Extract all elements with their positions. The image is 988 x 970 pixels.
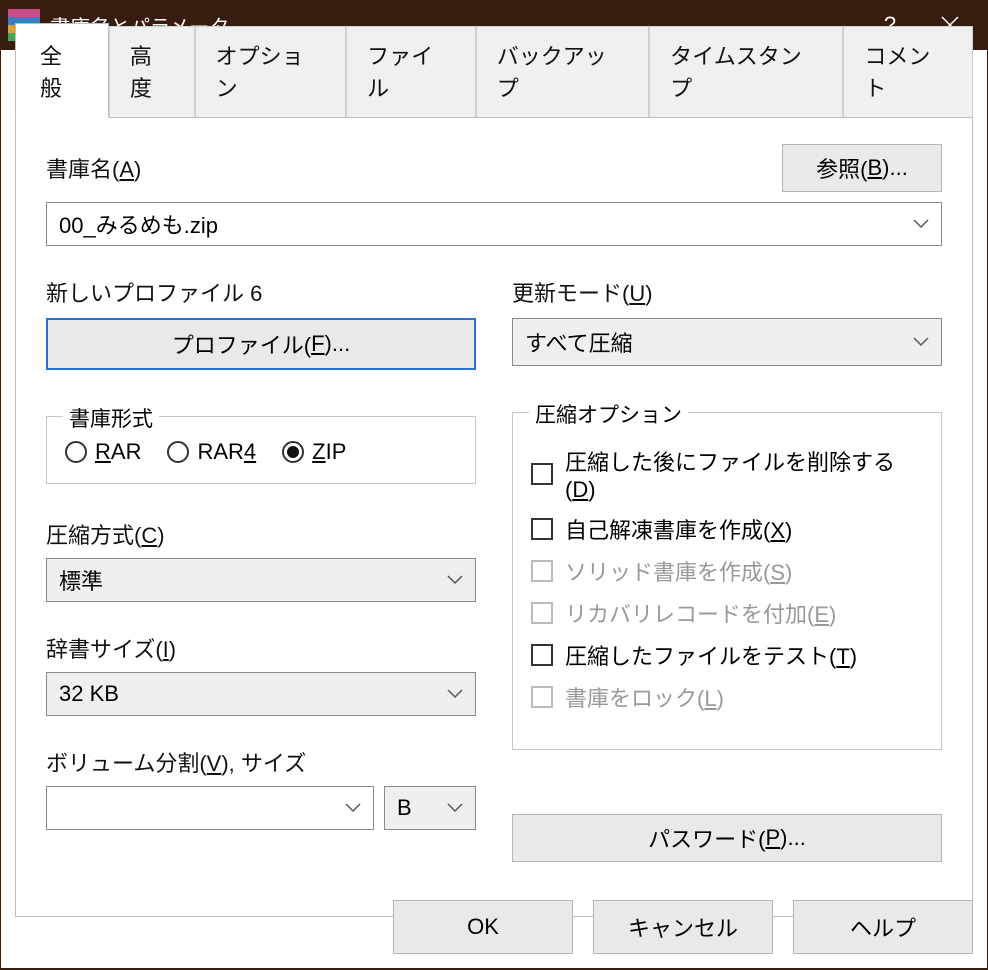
chevron-down-icon bbox=[447, 575, 463, 585]
dictionary-size-label: 辞書サイズ(I) bbox=[46, 632, 476, 664]
tab-bar: 全般 高度 オプション ファイル バックアップ タイムスタンプ コメント bbox=[15, 64, 973, 118]
volume-unit-value: B bbox=[397, 795, 412, 821]
archive-name-label: 書庫名(A) bbox=[46, 152, 141, 184]
check-recovery: リカバリレコードを付加(E) bbox=[531, 597, 923, 629]
chevron-down-icon bbox=[447, 689, 463, 699]
radio-rar4[interactable]: RAR4 bbox=[167, 439, 256, 465]
cancel-button[interactable]: キャンセル bbox=[593, 900, 773, 954]
profiles-button[interactable]: プロファイル(F)... bbox=[46, 318, 476, 370]
general-panel: 書庫名(A) 参照(B)... 00_みるめも.zip 新しいプロファイル 6 … bbox=[15, 117, 973, 917]
check-solid: ソリッド書庫を作成(S) bbox=[531, 555, 923, 587]
check-lock: 書庫をロック(L) bbox=[531, 681, 923, 713]
update-mode-label: 更新モード(U) bbox=[512, 276, 942, 308]
compression-method-label: 圧縮方式(C) bbox=[46, 518, 476, 550]
update-mode-value: すべて圧縮 bbox=[525, 326, 633, 358]
compression-options-legend: 圧縮オプション bbox=[529, 399, 688, 429]
tab-options[interactable]: オプション bbox=[195, 26, 347, 118]
volume-unit-combo[interactable]: B bbox=[384, 786, 476, 830]
tab-advanced[interactable]: 高度 bbox=[109, 26, 195, 118]
radio-rar[interactable]: RAR bbox=[65, 439, 141, 465]
tab-backup[interactable]: バックアップ bbox=[476, 26, 649, 118]
archive-name-value: 00_みるめも.zip bbox=[59, 208, 218, 240]
chevron-down-icon bbox=[447, 803, 463, 813]
ok-button[interactable]: OK bbox=[393, 900, 573, 954]
left-column: 新しいプロファイル 6 プロファイル(F)... 書庫形式 RAR RAR4 Z… bbox=[46, 276, 476, 862]
compression-method-combo[interactable]: 標準 bbox=[46, 558, 476, 602]
check-sfx[interactable]: 自己解凍書庫を作成(X) bbox=[531, 513, 923, 545]
dictionary-size-value: 32 KB bbox=[59, 681, 119, 707]
tab-time[interactable]: タイムスタンプ bbox=[649, 26, 843, 118]
dialog-client: 全般 高度 オプション ファイル バックアップ タイムスタンプ コメント 書庫名… bbox=[1, 50, 987, 968]
archive-name-combo[interactable]: 00_みるめも.zip bbox=[46, 202, 942, 246]
browse-button[interactable]: 参照(B)... bbox=[782, 144, 942, 192]
tab-files[interactable]: ファイル bbox=[346, 26, 476, 118]
chevron-down-icon bbox=[913, 337, 929, 347]
chevron-down-icon bbox=[913, 219, 929, 229]
volume-size-label: ボリューム分割(V), サイズ bbox=[46, 746, 476, 778]
check-delete-after[interactable]: 圧縮した後にファイルを削除する(D) bbox=[531, 445, 923, 503]
radio-zip[interactable]: ZIP bbox=[282, 439, 346, 465]
update-mode-combo[interactable]: すべて圧縮 bbox=[512, 318, 942, 366]
profile-label: 新しいプロファイル 6 bbox=[46, 276, 476, 308]
check-test[interactable]: 圧縮したファイルをテスト(T) bbox=[531, 639, 923, 671]
chevron-down-icon bbox=[345, 803, 361, 813]
compression-options-group: 圧縮オプション 圧縮した後にファイルを削除する(D) 自己解凍書庫を作成(X) … bbox=[512, 412, 942, 750]
compression-method-value: 標準 bbox=[59, 564, 103, 596]
help-footer-button[interactable]: ヘルプ bbox=[793, 900, 973, 954]
password-button[interactable]: パスワード(P)... bbox=[512, 814, 942, 862]
volume-size-combo[interactable] bbox=[46, 786, 374, 830]
archive-format-group: 書庫形式 RAR RAR4 ZIP bbox=[46, 416, 476, 484]
tab-general[interactable]: 全般 bbox=[15, 23, 109, 118]
archive-format-legend: 書庫形式 bbox=[63, 403, 159, 433]
dictionary-size-combo[interactable]: 32 KB bbox=[46, 672, 476, 716]
dialog-footer: OK キャンセル ヘルプ bbox=[393, 900, 973, 954]
tab-comment[interactable]: コメント bbox=[843, 26, 973, 118]
right-column: 更新モード(U) すべて圧縮 圧縮オプション 圧縮した後にファイルを削除する(D… bbox=[512, 276, 942, 862]
